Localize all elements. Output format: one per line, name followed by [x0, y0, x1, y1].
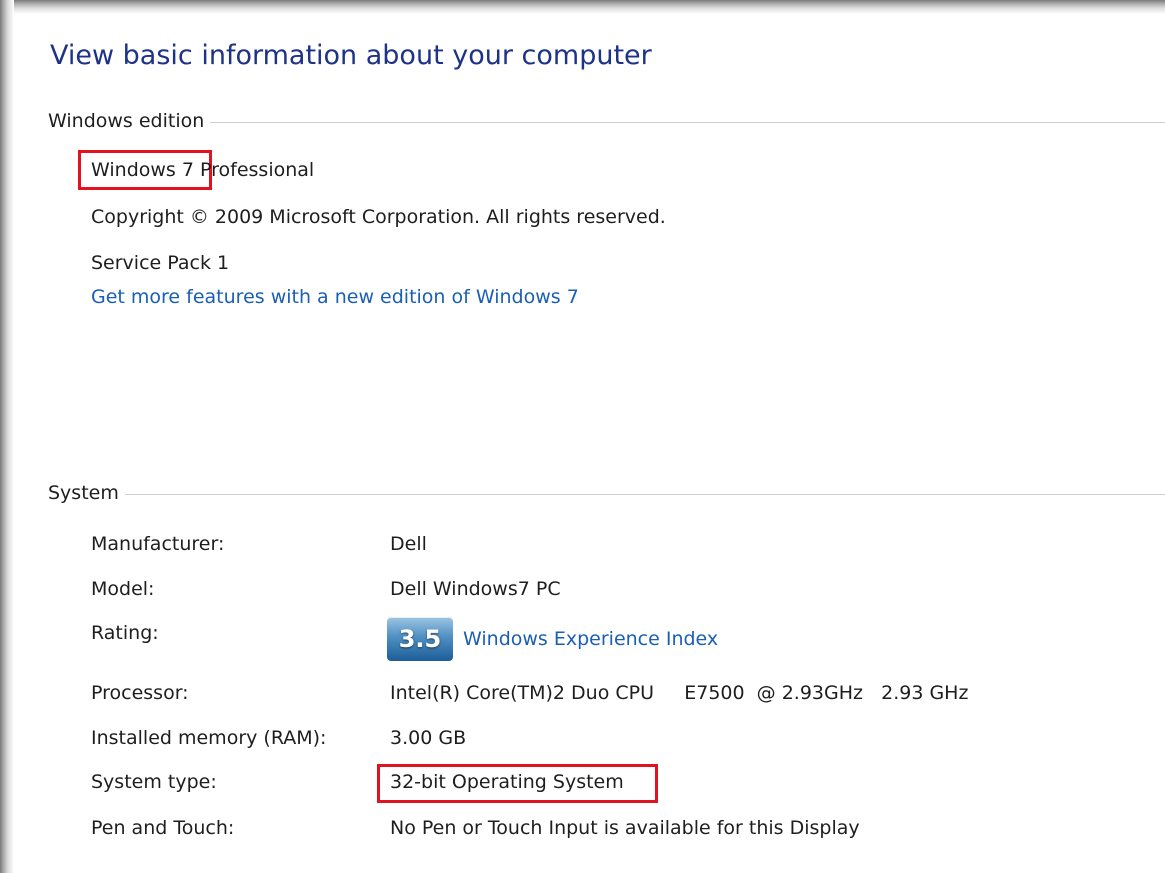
processor-label: Processor:: [91, 682, 189, 704]
window-frame-top: [0, 0, 1165, 14]
windows-experience-index-link[interactable]: Windows Experience Index: [463, 627, 718, 651]
model-value: Dell Windows7 PC: [390, 578, 561, 600]
system-group-header: System: [48, 482, 1165, 504]
memory-value: 3.00 GB: [390, 727, 467, 749]
pen-touch-label: Pen and Touch:: [91, 817, 235, 839]
manufacturer-label: Manufacturer:: [91, 533, 225, 555]
group-divider: [48, 494, 1165, 495]
processor-value: Intel(R) Core(TM)2 Duo CPU E7500 @ 2.93G…: [390, 682, 969, 704]
service-pack-text: Service Pack 1: [91, 252, 230, 274]
upgrade-edition-link[interactable]: Get more features with a new edition of …: [91, 285, 579, 309]
model-label: Model:: [91, 578, 155, 600]
system-type-value: 32-bit Operating System: [390, 771, 624, 793]
pen-touch-value: No Pen or Touch Input is available for t…: [390, 817, 860, 839]
rating-label: Rating:: [91, 622, 159, 644]
system-type-label: System type:: [91, 771, 217, 793]
windows-edition-group-header: Windows edition: [48, 110, 1165, 132]
edition-suffix: Professional: [200, 159, 315, 181]
edition-prefix: Windows 7: [91, 159, 194, 181]
edition-name: Windows 7 Professional: [91, 158, 314, 182]
wei-score-badge[interactable]: 3.5: [387, 617, 453, 661]
manufacturer-value: Dell: [390, 533, 427, 555]
copyright-text: Copyright © 2009 Microsoft Corporation. …: [91, 206, 666, 228]
system-label: System: [48, 482, 125, 504]
window-frame-left: [0, 0, 14, 873]
page-title: View basic information about your comput…: [50, 40, 652, 71]
group-divider: [48, 122, 1165, 123]
windows-edition-label: Windows edition: [48, 110, 211, 132]
memory-label: Installed memory (RAM):: [91, 727, 327, 749]
